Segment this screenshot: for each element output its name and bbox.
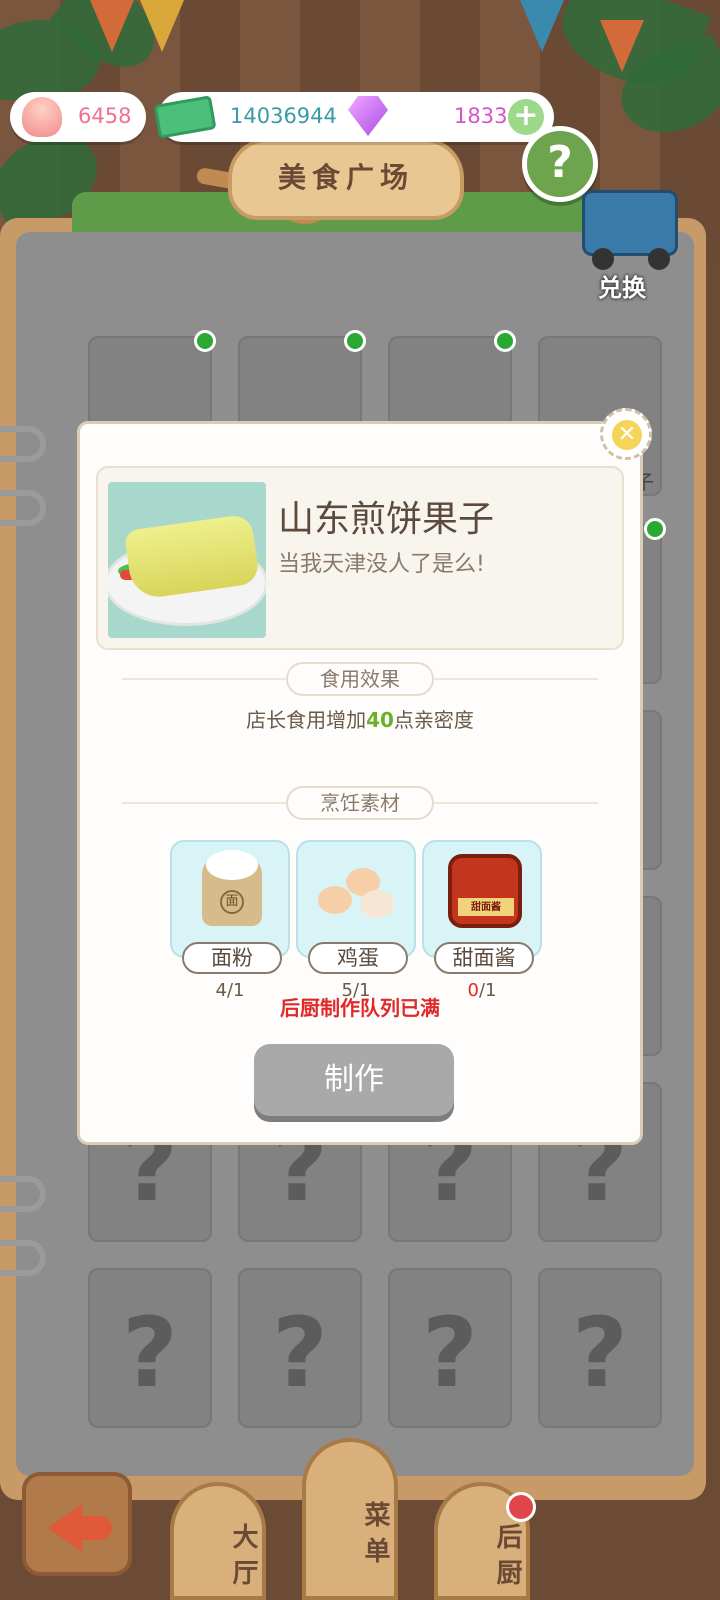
effect-value: 40 bbox=[366, 708, 394, 732]
ingredient-flour[interactable]: 面 面粉 4/1 bbox=[170, 840, 290, 1001]
sauce-jar-icon: 甜面酱 bbox=[448, 854, 522, 928]
effect-description: 店长食用增加40点亲密度 bbox=[80, 704, 640, 733]
close-button[interactable]: ✕ bbox=[600, 408, 652, 460]
ingredient-sweet-bean-sauce[interactable]: 甜面酱 甜面酱 0/1 bbox=[422, 840, 542, 1001]
ingredients-section-label: 烹饪素材 bbox=[286, 786, 434, 820]
ingredient-name: 甜面酱 bbox=[434, 942, 534, 974]
queue-full-warning: 后厨制作队列已满 bbox=[280, 996, 440, 1020]
egg-icon bbox=[318, 886, 352, 914]
dish-description: 当我天津没人了是么! bbox=[278, 552, 485, 577]
effect-suffix: 点亲密度 bbox=[393, 708, 474, 732]
make-button[interactable]: 制作 bbox=[254, 1044, 454, 1116]
ingredient-name: 面粉 bbox=[182, 942, 282, 974]
effect-prefix: 店长食用增加 bbox=[246, 708, 367, 732]
dish-name: 山东煎饼果子 bbox=[278, 499, 495, 540]
jar-label: 甜面酱 bbox=[458, 898, 514, 916]
flour-icon bbox=[206, 850, 258, 880]
egg-icon bbox=[360, 890, 394, 918]
dish-card: 山东煎饼果子 当我天津没人了是么! bbox=[96, 466, 624, 650]
dish-image bbox=[108, 482, 266, 638]
flour-sack-mark: 面 bbox=[220, 890, 244, 914]
close-icon: ✕ bbox=[612, 420, 642, 450]
ingredient-egg[interactable]: 鸡蛋 5/1 bbox=[296, 840, 416, 1001]
effect-section-label: 食用效果 bbox=[286, 662, 434, 696]
ingredient-name: 鸡蛋 bbox=[308, 942, 408, 974]
dish-detail-dialog: 山东煎饼果子 当我天津没人了是么! 食用效果 店长食用增加40点亲密度 烹饪素材… bbox=[80, 424, 640, 1142]
